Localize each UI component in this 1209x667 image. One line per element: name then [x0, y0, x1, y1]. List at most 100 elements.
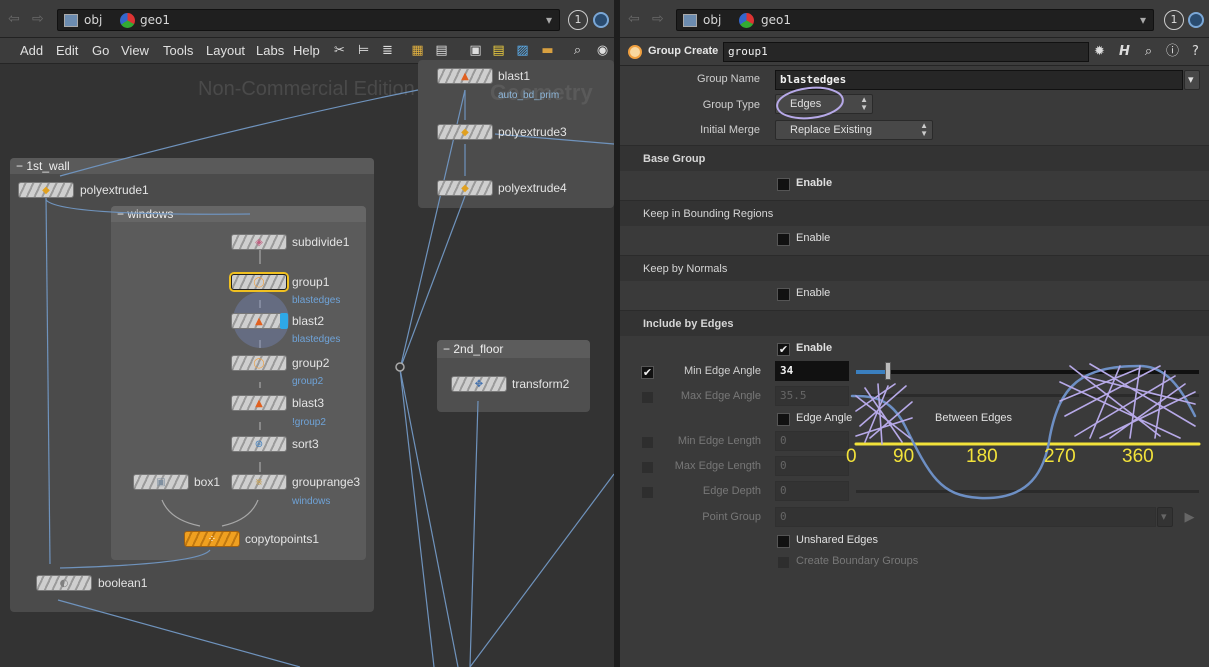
tools-icon[interactable]: ✂	[332, 43, 347, 58]
menu-go[interactable]: Go	[92, 43, 109, 58]
blast-icon: ▲	[461, 71, 469, 82]
node-blast1[interactable]: ▲	[437, 68, 493, 84]
forward-arrow-icon[interactable]: ⇨	[652, 11, 664, 27]
menu-add[interactable]: Add	[20, 43, 43, 58]
help-h-icon[interactable]: H	[1117, 44, 1132, 59]
network-editor-pane: ⇦ ⇨ obj geo1 ▾ 1 Add Edit Go View Tools …	[0, 0, 614, 667]
transform-icon: ✥	[474, 379, 484, 390]
node-label-transform2: transform2	[512, 377, 570, 391]
forward-arrow-icon[interactable]: ⇨	[32, 11, 44, 27]
box-icon: ▣	[156, 477, 166, 488]
back-arrow-icon[interactable]: ⇦	[628, 11, 640, 27]
polyextrude-icon: ◆	[42, 185, 50, 196]
grouprange-icon: ⋇	[254, 477, 264, 488]
param-grid: Group Name blastedges ▾ Group Type Edges…	[620, 66, 1209, 667]
breadcrumb-geo1[interactable]: geo1	[761, 13, 791, 27]
wire-dot[interactable]	[395, 362, 405, 372]
node-label-boolean1: boolean1	[98, 576, 148, 590]
param-header: Group Create group1 ✹ H ⌕ ⓘ ?	[620, 38, 1209, 66]
menu-help[interactable]: Help	[293, 43, 320, 58]
menu-tools[interactable]: Tools	[163, 43, 193, 58]
node-group2[interactable]: ◯	[231, 355, 287, 371]
info-icon[interactable]: ⓘ	[1165, 44, 1180, 59]
pin-button[interactable]: 1	[568, 10, 588, 30]
node-label-sort3: sort3	[292, 437, 319, 451]
node-label-subdivide1: subdivide1	[292, 235, 350, 249]
network-box-icon[interactable]: ▬	[540, 43, 555, 58]
gear-icon[interactable]: ✹	[1092, 44, 1107, 59]
breadcrumb-geo1[interactable]: geo1	[140, 13, 170, 27]
back-arrow-icon[interactable]: ⇦	[8, 11, 20, 27]
search-icon[interactable]: ⌕	[570, 43, 585, 58]
comment-icon[interactable]: ▣	[468, 43, 483, 58]
node-sub-blast2: blastedges	[292, 334, 341, 345]
group-node-icon	[628, 45, 642, 59]
menu-layout[interactable]: Layout	[206, 43, 245, 58]
search-icon[interactable]: ⌕	[1141, 44, 1156, 59]
node-group1[interactable]: ◯	[231, 274, 287, 290]
list-view-icon[interactable]: ≣	[380, 43, 395, 58]
grid-view-icon[interactable]: ▦	[410, 43, 425, 58]
node-copytopoints1[interactable]: ⁘	[184, 531, 240, 547]
blast-icon: ▲	[255, 398, 263, 409]
network-path-field[interactable]: obj geo1 ▾	[57, 9, 560, 31]
layout-tree-icon[interactable]: ⊨	[356, 43, 371, 58]
node-label-blast3: blast3	[292, 396, 325, 410]
geo-context-icon	[739, 13, 754, 28]
pin-button[interactable]: 1	[1164, 10, 1184, 30]
link-icon[interactable]	[593, 12, 609, 28]
node-blast3[interactable]: ▲	[231, 395, 287, 411]
sort-icon: ⊛	[254, 439, 264, 450]
path-dropdown-icon[interactable]: ▾	[1140, 13, 1146, 27]
link-icon[interactable]	[1188, 12, 1204, 28]
boolean-icon: ◐	[59, 578, 69, 589]
node-label-blast1: blast1	[498, 69, 531, 83]
param-path-field[interactable]: obj geo1 ▾	[676, 9, 1154, 31]
node-sub-grouprange3: windows	[292, 496, 331, 507]
node-label-group2: group2	[292, 356, 330, 370]
path-dropdown-icon[interactable]: ▾	[546, 13, 552, 27]
help-icon[interactable]: ?	[1188, 44, 1203, 59]
polyextrude-icon: ◆	[461, 127, 469, 138]
breadcrumb-obj[interactable]: obj	[703, 13, 721, 27]
node-sort3[interactable]: ⊛	[231, 436, 287, 452]
node-sub-blast3: !group2	[292, 417, 326, 428]
scale-mark-270: 270	[1044, 446, 1076, 467]
display-flag[interactable]	[280, 313, 288, 329]
parameter-pane: ⇦ ⇨ obj geo1 ▾ 1 Group Create group1 ✹ H…	[620, 0, 1209, 667]
node-label-copytopoints1: copytopoints1	[245, 532, 320, 546]
node-type-label: Group Create	[648, 45, 719, 57]
obj-context-icon	[64, 14, 78, 27]
menu-edit[interactable]: Edit	[56, 43, 78, 58]
subdivide-icon: ◈	[255, 237, 263, 248]
node-blast2[interactable]: ▲	[231, 313, 287, 329]
node-label-blast2: blast2	[292, 314, 325, 328]
copy-icon: ⁘	[207, 534, 217, 545]
eye-icon[interactable]: ◉	[595, 43, 610, 58]
annotation-scribble-right	[1059, 363, 1196, 439]
scale-mark-0: 0	[846, 446, 857, 467]
node-transform2[interactable]: ✥	[451, 376, 507, 392]
node-grouprange3[interactable]: ⋇	[231, 474, 287, 490]
network-path-bar: ⇦ ⇨ obj geo1 ▾ 1	[0, 0, 614, 38]
image-icon[interactable]: ▨	[515, 43, 530, 58]
node-label-box1: box1	[194, 475, 221, 489]
blast-icon: ▲	[255, 316, 263, 327]
menu-labs[interactable]: Labs	[256, 43, 284, 58]
obj-context-icon	[683, 14, 697, 27]
node-polyextrude4[interactable]: ◆	[437, 180, 493, 196]
breadcrumb-obj[interactable]: obj	[84, 13, 102, 27]
group-icon: ◯	[253, 358, 265, 369]
node-polyextrude3[interactable]: ◆	[437, 124, 493, 140]
node-boolean1[interactable]: ◐	[36, 575, 92, 591]
node-polyextrude1[interactable]: ◆	[18, 182, 74, 198]
network-canvas[interactable]: Non-Commercial Edition Geometry − 1st_wa…	[0, 60, 614, 667]
node-subdivide1[interactable]: ◈	[231, 234, 287, 250]
node-label-polyextrude3: polyextrude3	[498, 125, 567, 139]
node-box1[interactable]: ▣	[133, 474, 189, 490]
node-name-field[interactable]: group1	[723, 42, 1089, 62]
details-view-icon[interactable]: ▤	[434, 43, 449, 58]
menu-view[interactable]: View	[121, 43, 149, 58]
sticky-note-icon[interactable]: ▤	[491, 43, 506, 58]
scale-mark-180: 180	[966, 446, 998, 467]
